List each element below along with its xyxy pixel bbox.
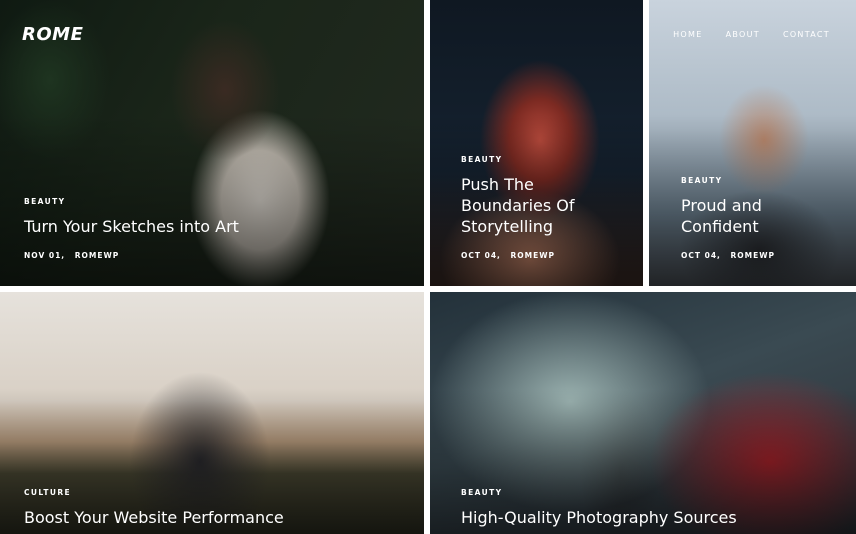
nav-about[interactable]: ABOUT xyxy=(726,30,760,39)
post-category[interactable]: CULTURE xyxy=(24,488,408,497)
post-card[interactable]: BEAUTY Proud and Confident OCT 04, ROMEW… xyxy=(649,0,856,286)
post-meta: BEAUTY High-Quality Photography Sources xyxy=(461,488,840,534)
main-nav: HOME ABOUT CONTACT xyxy=(673,30,830,39)
post-category[interactable]: BEAUTY xyxy=(461,488,840,497)
post-title[interactable]: Proud and Confident xyxy=(681,195,801,237)
post-category[interactable]: BEAUTY xyxy=(681,176,840,185)
post-title[interactable]: Turn Your Sketches into Art xyxy=(24,216,408,237)
post-meta: BEAUTY Turn Your Sketches into Art NOV 0… xyxy=(24,197,408,260)
post-author[interactable]: ROMEWP xyxy=(75,251,120,260)
post-card[interactable]: BEAUTY Push The Boundaries Of Storytelli… xyxy=(430,0,643,286)
post-byline: OCT 04, ROMEWP xyxy=(681,251,840,260)
post-date: OCT 04, xyxy=(461,251,501,260)
post-byline: OCT 04, ROMEWP xyxy=(461,251,627,260)
post-title[interactable]: Boost Your Website Performance xyxy=(24,507,408,528)
post-meta: BEAUTY Proud and Confident OCT 04, ROMEW… xyxy=(681,176,840,260)
post-author[interactable]: ROMEWP xyxy=(731,251,776,260)
post-card[interactable]: BEAUTY High-Quality Photography Sources xyxy=(430,292,856,534)
post-author[interactable]: ROMEWP xyxy=(511,251,556,260)
post-date: OCT 04, xyxy=(681,251,721,260)
post-date: NOV 01, xyxy=(24,251,66,260)
nav-contact[interactable]: CONTACT xyxy=(783,30,830,39)
post-title[interactable]: High-Quality Photography Sources xyxy=(461,507,840,528)
post-category[interactable]: BEAUTY xyxy=(24,197,408,206)
post-category[interactable]: BEAUTY xyxy=(461,155,627,164)
post-meta: BEAUTY Push The Boundaries Of Storytelli… xyxy=(461,155,627,260)
nav-home[interactable]: HOME xyxy=(673,30,702,39)
post-card[interactable]: CULTURE Boost Your Website Performance xyxy=(0,292,424,534)
site-logo[interactable]: ROME xyxy=(22,24,83,45)
post-title[interactable]: Push The Boundaries Of Storytelling xyxy=(461,174,611,237)
post-meta: CULTURE Boost Your Website Performance xyxy=(24,488,408,534)
post-byline: NOV 01, ROMEWP xyxy=(24,251,408,260)
